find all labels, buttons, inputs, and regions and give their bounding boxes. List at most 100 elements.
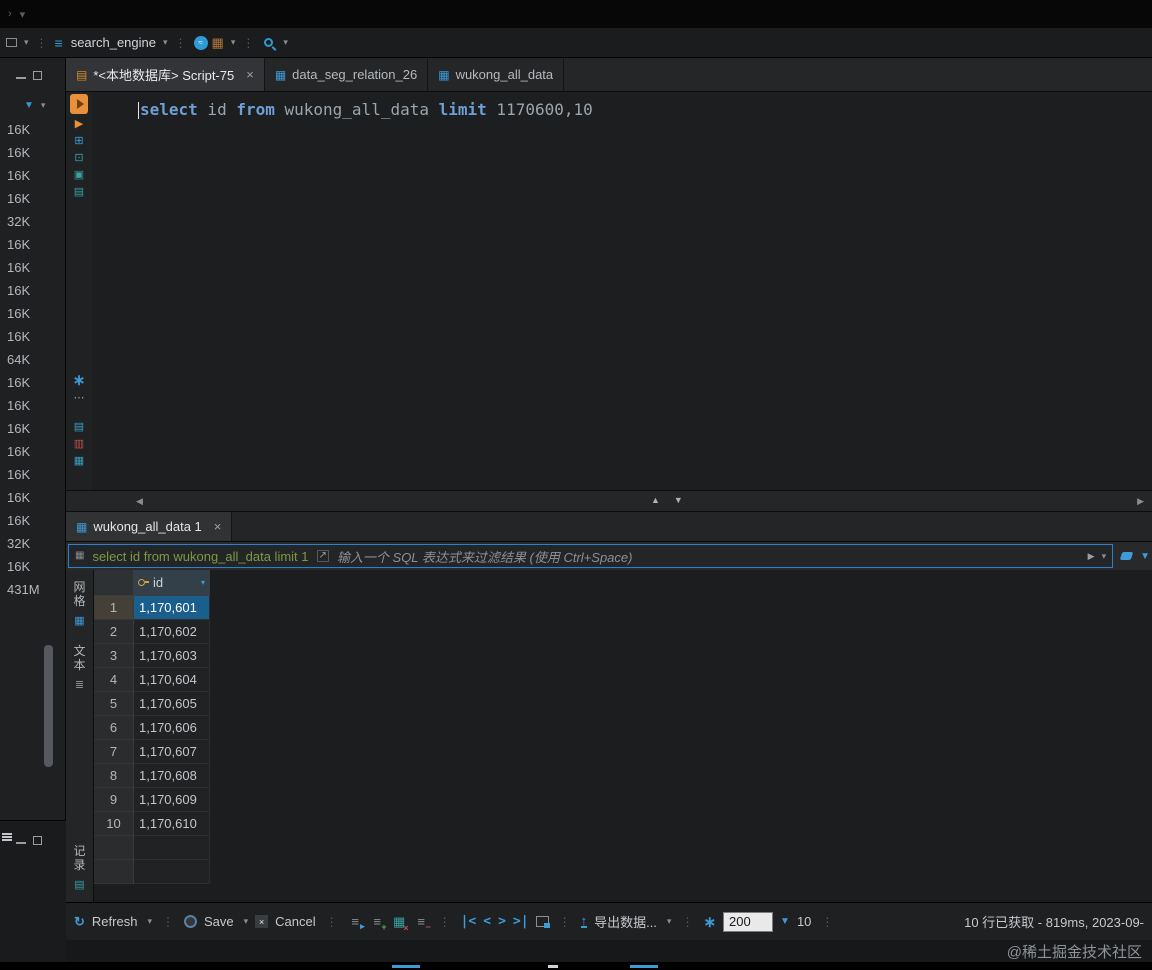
filter-settings-icon[interactable]: ▼	[1140, 551, 1150, 562]
list-icon[interactable]	[2, 833, 12, 835]
row-number[interactable]: 7	[94, 740, 134, 764]
scroll-right-icon[interactable]: ▶	[1137, 496, 1144, 507]
add-row-icon[interactable]: ≡ +	[370, 914, 386, 932]
connection-name[interactable]: search_engine	[71, 35, 156, 50]
config-star-icon[interactable]: ∗	[703, 913, 716, 931]
window-caret-icon[interactable]: ▾	[24, 37, 29, 48]
search-icon[interactable]	[264, 38, 274, 47]
close-icon[interactable]: ×	[214, 519, 222, 534]
row-number[interactable]: 10	[94, 812, 134, 836]
last-row-icon[interactable]: >|	[513, 914, 529, 929]
size-item[interactable]: 16K	[0, 325, 65, 348]
cancel-button[interactable]: Cancel	[275, 914, 315, 929]
id-cell[interactable]	[134, 836, 210, 860]
refresh-button[interactable]: Refresh	[92, 914, 138, 929]
delete-row-icon[interactable]: ≡ −	[414, 914, 430, 932]
menu-caret-icon[interactable]: ▾	[20, 8, 26, 21]
id-cell[interactable]: 1,170,602	[134, 620, 210, 644]
id-cell[interactable]: 1,170,601	[134, 596, 210, 620]
explain-plan-icon[interactable]: ⊡	[74, 151, 83, 165]
results-tab[interactable]: ▦ wukong_all_data 1 ×	[66, 512, 233, 541]
export-icon[interactable]: ↑	[580, 914, 588, 928]
archive-icon[interactable]: ▦	[212, 35, 224, 51]
cloud-sync-icon[interactable]: ≈	[193, 35, 208, 50]
refresh-caret-icon[interactable]: ▾	[147, 916, 152, 927]
row-number[interactable]	[94, 860, 134, 884]
size-item[interactable]: 16K	[0, 256, 65, 279]
segment-funnel-icon[interactable]: ▼	[780, 916, 790, 927]
prev-row-icon[interactable]: <	[483, 914, 491, 929]
size-item[interactable]: 16K	[0, 509, 65, 532]
more-dots-icon[interactable]: ⋯	[74, 391, 85, 405]
tab-data-seg-relation-26[interactable]: ▦ data_seg_relation_26	[265, 58, 429, 91]
row-number[interactable]: 1	[94, 596, 134, 620]
id-cell[interactable]: 1,170,610	[134, 812, 210, 836]
execute-sql-button[interactable]	[70, 94, 88, 114]
menu-chevron-icon[interactable]: ›	[8, 8, 12, 20]
id-cell[interactable]: 1,170,605	[134, 692, 210, 716]
cancel-icon[interactable]: ×	[255, 915, 269, 928]
size-item[interactable]: 16K	[0, 371, 65, 394]
tab-record-label[interactable]: 记录	[73, 844, 87, 872]
database-connection-icon[interactable]: ≡	[55, 35, 63, 51]
minimize-view-icon[interactable]	[16, 71, 26, 79]
window-icon[interactable]	[6, 38, 17, 47]
maximize-view-icon[interactable]	[33, 70, 42, 80]
size-item[interactable]: 16K	[0, 141, 65, 164]
size-item[interactable]: 64K	[0, 348, 65, 371]
export-caret-icon[interactable]: ▾	[667, 916, 672, 927]
size-item[interactable]: 16K	[0, 164, 65, 187]
duplicate-row-icon[interactable]: ▦ ×	[392, 914, 409, 933]
id-cell[interactable]: 1,170,603	[134, 644, 210, 668]
size-item[interactable]: 16K	[0, 233, 65, 256]
doc-icon-2[interactable]: ▥	[74, 437, 84, 451]
execute-statement-icon[interactable]: ▶	[75, 117, 83, 131]
size-item[interactable]: 16K	[0, 279, 65, 302]
mail-export-icon[interactable]: ▣	[74, 168, 84, 182]
id-cell[interactable]: 1,170,607	[134, 740, 210, 764]
row-number[interactable]: 3	[94, 644, 134, 668]
grid-corner[interactable]	[94, 570, 134, 596]
clear-filter-icon[interactable]	[1119, 552, 1134, 560]
id-cell[interactable]	[134, 860, 210, 884]
filter-caret-icon[interactable]: ▾	[41, 100, 46, 111]
filter-input[interactable]: ▦ select id from wukong_all_data limit 1…	[68, 544, 1114, 568]
export-button[interactable]: 导出数据...	[594, 912, 657, 931]
id-cell[interactable]: 1,170,608	[134, 764, 210, 788]
row-number[interactable]: 5	[94, 692, 134, 716]
fetch-all-icon[interactable]	[535, 916, 550, 928]
size-item[interactable]: 16K	[0, 417, 65, 440]
tab-script-75[interactable]: ▤ *<本地数据库> Script-75 ×	[66, 58, 265, 91]
row-number[interactable]: 2	[94, 620, 134, 644]
column-header-id[interactable]: id ▾	[134, 570, 210, 596]
save-caret-icon[interactable]: ▾	[244, 916, 249, 927]
maximize-view-icon[interactable]	[33, 835, 42, 845]
id-cell[interactable]: 1,170,609	[134, 788, 210, 812]
doc-icon-1[interactable]: ▤	[74, 420, 84, 434]
save-icon[interactable]	[183, 915, 197, 928]
tab-wukong-all-data[interactable]: ▦ wukong_all_data	[428, 58, 565, 91]
first-row-icon[interactable]: |<	[461, 914, 477, 929]
size-item[interactable]: 32K	[0, 532, 65, 555]
archive-caret-icon[interactable]: ▾	[231, 37, 236, 48]
filter-history-caret-icon[interactable]: ▾	[1102, 551, 1107, 562]
tab-text-label[interactable]: 文本	[73, 644, 87, 672]
size-item[interactable]: 16K	[0, 555, 65, 578]
expand-filter-icon[interactable]: ↗	[316, 550, 329, 562]
close-icon[interactable]: ×	[246, 67, 254, 82]
grid-view-icon[interactable]: ▦	[74, 614, 84, 628]
settings-star-icon[interactable]: ∗	[73, 373, 86, 388]
record-view-icon[interactable]: ▤	[74, 878, 84, 892]
size-item[interactable]: 16K	[0, 463, 65, 486]
splitter-sash[interactable]: ▲ ▼	[651, 495, 683, 505]
size-item[interactable]: 16K	[0, 187, 65, 210]
execute-script-icon[interactable]: ⊞	[74, 134, 83, 148]
tab-grid-label[interactable]: 网格	[73, 580, 87, 608]
size-item[interactable]: 16K	[0, 118, 65, 141]
column-filter-caret-icon[interactable]: ▾	[201, 578, 205, 587]
apply-filter-icon[interactable]: ▶	[1088, 551, 1095, 562]
row-number[interactable]: 6	[94, 716, 134, 740]
text-view-icon[interactable]: ≣	[75, 678, 84, 692]
fetch-size-input[interactable]: 200	[723, 911, 774, 932]
row-number[interactable]: 9	[94, 788, 134, 812]
